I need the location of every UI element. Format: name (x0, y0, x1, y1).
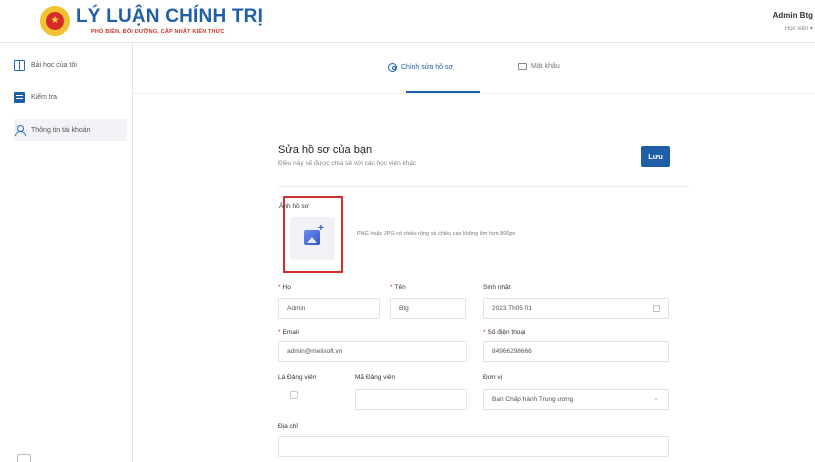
birthday-input[interactable]: 2023 Th05 01 (483, 298, 669, 319)
required-mark: * (278, 284, 281, 291)
emblem-logo-icon[interactable]: ★ (40, 6, 70, 36)
user-name[interactable]: Admin Btg (755, 11, 815, 20)
party-code-input[interactable] (355, 389, 467, 410)
tab-password[interactable]: Mật khẩu (518, 63, 560, 70)
phone-label: * Số điện thoại (483, 329, 525, 336)
chevron-down-icon: ⌄ (653, 395, 659, 402)
sidebar-item-account-info[interactable]: Thông tin tài khoản (14, 119, 127, 141)
tab-edit-profile[interactable]: Chỉnh sửa hồ sơ (388, 63, 453, 72)
save-button[interactable]: Lưu (641, 146, 670, 167)
sidebar-item-label: Bài học của tôi (31, 61, 77, 69)
sidebar-item-test[interactable]: Kiểm tra (14, 86, 126, 108)
party-member-checkbox[interactable] (290, 391, 298, 399)
email-field[interactable]: admin@melisoft.vn (278, 341, 467, 362)
calendar-icon[interactable] (653, 305, 660, 312)
brand-subtitle: PHỔ BIẾN, BỒI DƯỠNG, CẬP NHẬT KIẾN THỨC (91, 29, 225, 35)
birthday-value: 2023 Th05 01 (492, 305, 532, 312)
active-tab-indicator (406, 91, 480, 93)
required-mark: * (278, 329, 281, 336)
sidebar-item-my-lessons[interactable]: Bài học của tôi (14, 54, 126, 76)
email-label: * Email (278, 329, 299, 336)
label-text: Số điện thoại (487, 329, 526, 336)
party-code-label: Mã Đảng viên (355, 374, 396, 381)
message-icon (518, 63, 527, 70)
label-text: Họ (282, 284, 291, 291)
sidebar-collapse-toggle[interactable] (17, 454, 31, 462)
avatar-note: PNG hoặc JPG có chiều rộng và chiều cao … (357, 231, 516, 237)
label-text: Email (282, 329, 299, 336)
address-input[interactable] (278, 436, 669, 457)
required-mark: * (483, 329, 486, 336)
tab-label: Chỉnh sửa hồ sơ (401, 64, 454, 71)
first-name-input[interactable]: Btg (390, 298, 466, 319)
label-text: Tên (394, 284, 406, 291)
phone-field[interactable]: 84966298666 (483, 341, 669, 362)
main-content: Chỉnh sửa hồ sơ Mật khẩu Sửa hồ sơ của b… (133, 43, 815, 462)
unit-value: Ban Chấp hành Trung ương (492, 396, 574, 403)
form-title: Sửa hồ sơ của bạn (278, 144, 373, 156)
sidebar: Bài học của tôi Kiểm tra Thông tin tài k… (0, 43, 133, 462)
test-icon (14, 91, 25, 103)
user-role-dropdown[interactable]: Học viên ▾ (755, 25, 815, 32)
unit-select[interactable]: Ban Chấp hành Trung ương ⌄ (483, 389, 669, 410)
form-divider (278, 186, 689, 187)
top-header: ★ LÝ LUẬN CHÍNH TRỊ PHỔ BIẾN, BỒI DƯỠNG,… (0, 0, 815, 43)
address-label: Địa chỉ (278, 423, 298, 430)
last-name-input[interactable]: Admin (278, 298, 380, 319)
sidebar-item-label: Thông tin tài khoản (31, 126, 91, 134)
required-mark: * (390, 284, 393, 291)
add-image-icon: + (318, 223, 324, 234)
form-subtitle: Điều này sẽ được chia sẻ với các học viê… (278, 160, 417, 167)
profile-settings-icon (388, 63, 397, 72)
brand-title[interactable]: LÝ LUẬN CHÍNH TRỊ (76, 6, 263, 28)
book-icon (14, 59, 25, 71)
tab-label: Mật khẩu (531, 63, 560, 70)
unit-label: Đơn vị (483, 374, 503, 381)
sidebar-item-label: Kiểm tra (31, 93, 58, 101)
avatar-upload-button[interactable]: + (290, 217, 335, 260)
last-name-label: * Họ (278, 284, 291, 291)
profile-tabs: Chỉnh sửa hồ sơ Mật khẩu (133, 43, 815, 94)
avatar-label: Ảnh hồ sơ (279, 203, 309, 210)
user-icon (14, 124, 26, 136)
birthday-label: Sinh nhật (483, 284, 511, 291)
party-member-label: Là Đảng viên (278, 374, 317, 381)
first-name-label: * Tên (390, 284, 406, 291)
